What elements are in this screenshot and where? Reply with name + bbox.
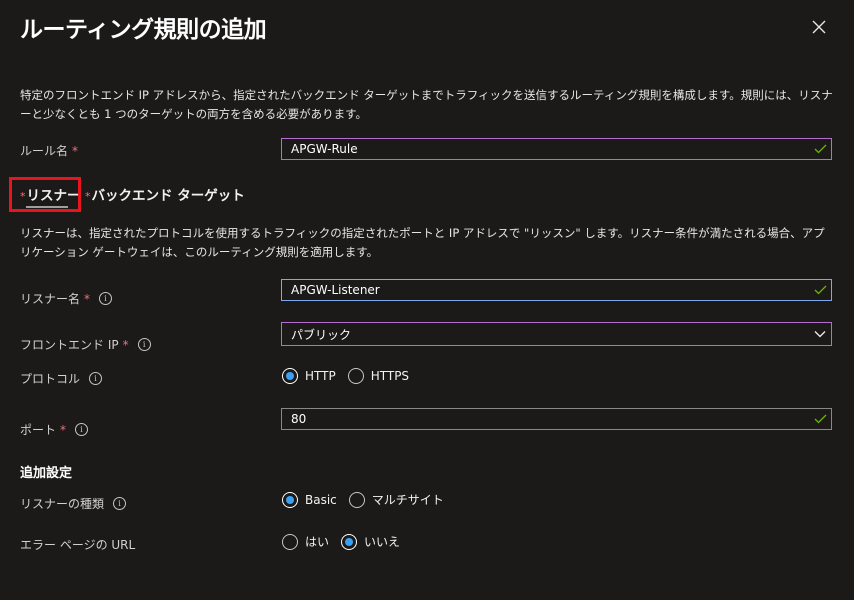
error-page-url-label-text: エラー ページの URL bbox=[20, 538, 136, 552]
listener-type-label-text: リスナーの種類 bbox=[20, 497, 105, 511]
close-button[interactable] bbox=[806, 14, 832, 40]
radio-selected-icon bbox=[282, 491, 298, 508]
error-page-url-label: エラー ページの URL bbox=[20, 536, 135, 553]
port-value: 80 bbox=[291, 412, 307, 426]
radio-selected-icon bbox=[282, 368, 298, 384]
required-marker: * bbox=[60, 422, 67, 437]
radio-unselected-icon bbox=[347, 368, 364, 384]
listener-name-input[interactable]: APGW-Listener bbox=[281, 279, 832, 301]
radio-selected-icon bbox=[341, 533, 358, 550]
listener-type-basic-label: Basic bbox=[305, 492, 337, 507]
check-icon bbox=[809, 409, 831, 429]
tab-backend-target[interactable]: *バックエンド ターゲット bbox=[85, 184, 245, 204]
listener-description: リスナーは、指定されたプロトコルを使用するトラフィックの指定されたポートと IP… bbox=[20, 226, 825, 259]
listener-name-label-text: リスナー名 bbox=[20, 292, 81, 306]
info-icon[interactable]: i bbox=[89, 372, 103, 385]
frontend-ip-dropdown[interactable]: パブリック bbox=[281, 322, 832, 346]
chevron-down-icon bbox=[809, 324, 831, 344]
info-icon[interactable]: i bbox=[113, 497, 127, 510]
frontend-ip-label: フロントエンド IP * i bbox=[20, 336, 151, 353]
frontend-ip-label-text: フロントエンド IP bbox=[20, 338, 119, 352]
rule-name-value: APGW-Rule bbox=[291, 142, 358, 156]
check-icon bbox=[809, 139, 831, 159]
listener-name-value: APGW-Listener bbox=[291, 283, 380, 297]
listener-type-radio-multisite[interactable]: マルチサイト bbox=[348, 491, 444, 508]
port-label: ポート * i bbox=[20, 421, 89, 438]
protocol-radio-group: HTTP HTTPS bbox=[282, 368, 421, 384]
listener-type-label: リスナーの種類 i bbox=[20, 495, 127, 512]
listener-type-radio-basic[interactable]: Basic bbox=[282, 491, 337, 508]
frontend-ip-value: パブリック bbox=[291, 327, 352, 342]
tab-backend-target-label: バックエンド ターゲット bbox=[91, 188, 245, 204]
port-label-text: ポート bbox=[20, 423, 57, 437]
panel-description: 特定のフロントエンド IP アドレスから、指定されたバックエンド ターゲットまで… bbox=[20, 88, 833, 121]
rule-name-label: ルール名 * bbox=[20, 142, 78, 159]
required-marker: * bbox=[85, 190, 91, 203]
required-marker: * bbox=[72, 143, 79, 158]
protocol-https-label: HTTPS bbox=[370, 369, 410, 383]
error-page-radio-yes[interactable]: はい bbox=[282, 533, 329, 550]
info-icon[interactable]: i bbox=[75, 423, 89, 436]
info-icon[interactable]: i bbox=[137, 338, 151, 351]
required-marker: * bbox=[122, 337, 129, 352]
required-marker: * bbox=[84, 291, 91, 306]
radio-unselected-icon bbox=[348, 491, 365, 508]
listener-type-multisite-label: マルチサイト bbox=[371, 493, 444, 507]
protocol-label-text: プロトコル bbox=[20, 372, 81, 386]
info-icon[interactable]: i bbox=[99, 292, 113, 305]
protocol-http-label: HTTP bbox=[305, 369, 336, 383]
highlight-annotation bbox=[9, 177, 81, 212]
radio-unselected-icon bbox=[282, 533, 298, 550]
protocol-label: プロトコル i bbox=[20, 370, 103, 387]
error-page-url-radio-group: はい いいえ bbox=[282, 533, 412, 550]
port-input[interactable]: 80 bbox=[281, 408, 832, 430]
rule-name-input[interactable]: APGW-Rule bbox=[281, 138, 832, 160]
listener-name-label: リスナー名 * i bbox=[20, 290, 113, 307]
rule-name-label-text: ルール名 bbox=[20, 144, 69, 158]
error-page-radio-no[interactable]: いいえ bbox=[341, 533, 400, 550]
additional-settings-heading: 追加設定 bbox=[20, 466, 73, 481]
check-icon bbox=[809, 280, 831, 300]
close-icon bbox=[812, 20, 826, 34]
panel-title: ルーティング規則の追加 bbox=[20, 17, 267, 43]
protocol-radio-https[interactable]: HTTPS bbox=[347, 368, 410, 384]
protocol-radio-http[interactable]: HTTP bbox=[282, 368, 336, 384]
error-page-yes-label: はい bbox=[305, 535, 330, 549]
error-page-no-label: いいえ bbox=[364, 535, 401, 549]
listener-type-radio-group: Basic マルチサイト bbox=[282, 491, 456, 508]
